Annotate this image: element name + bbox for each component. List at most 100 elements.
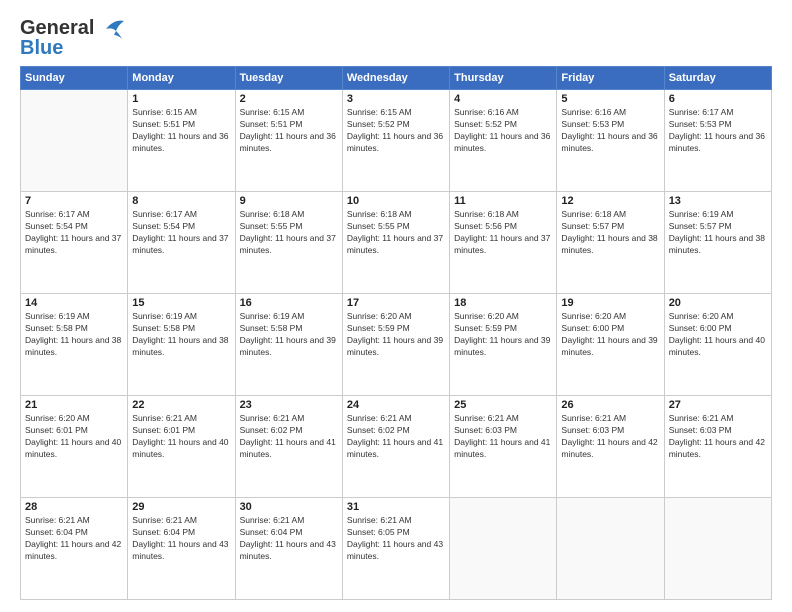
- calendar-cell: 31 Sunrise: 6:21 AMSunset: 6:05 PMDayligh…: [342, 498, 449, 600]
- day-info: Sunrise: 6:20 AMSunset: 6:00 PMDaylight:…: [561, 311, 659, 359]
- logo-blue: Blue: [20, 37, 63, 59]
- calendar-week-row: 1 Sunrise: 6:15 AMSunset: 5:51 PMDaylight…: [21, 90, 772, 192]
- calendar-cell: 8 Sunrise: 6:17 AMSunset: 5:54 PMDaylight…: [128, 192, 235, 294]
- day-number: 22: [132, 399, 230, 411]
- day-info: Sunrise: 6:21 AMSunset: 6:03 PMDaylight:…: [561, 413, 659, 461]
- day-info: Sunrise: 6:19 AMSunset: 5:57 PMDaylight:…: [669, 209, 767, 257]
- day-info: Sunrise: 6:18 AMSunset: 5:55 PMDaylight:…: [347, 209, 445, 257]
- calendar-cell: 24 Sunrise: 6:21 AMSunset: 6:02 PMDayligh…: [342, 396, 449, 498]
- weekday-header-tuesday: Tuesday: [235, 67, 342, 90]
- day-number: 9: [240, 195, 338, 207]
- day-number: 6: [669, 93, 767, 105]
- day-number: 18: [454, 297, 552, 309]
- day-number: 19: [561, 297, 659, 309]
- calendar-cell: 3 Sunrise: 6:15 AMSunset: 5:52 PMDaylight…: [342, 90, 449, 192]
- day-info: Sunrise: 6:18 AMSunset: 5:56 PMDaylight:…: [454, 209, 552, 257]
- day-number: 31: [347, 501, 445, 513]
- weekday-header-monday: Monday: [128, 67, 235, 90]
- day-number: 21: [25, 399, 123, 411]
- weekday-header-sunday: Sunday: [21, 67, 128, 90]
- calendar-cell: 10Sunrise: 6:18 AMSunset: 5:55 PMDayligh…: [342, 192, 449, 294]
- day-info: Sunrise: 6:20 AMSunset: 5:59 PMDaylight:…: [454, 311, 552, 359]
- calendar-cell: 5Sunrise: 6:16 AMSunset: 5:53 PMDaylight…: [557, 90, 664, 192]
- day-info: Sunrise: 6:21 AMSunset: 6:04 PMDaylight:…: [132, 515, 230, 563]
- day-number: 13: [669, 195, 767, 207]
- calendar-cell: 9 Sunrise: 6:18 AMSunset: 5:55 PMDaylight…: [235, 192, 342, 294]
- day-number: 8: [132, 195, 230, 207]
- weekday-header-friday: Friday: [557, 67, 664, 90]
- calendar-cell: 27 Sunrise: 6:21 AMSunset: 6:03 PMDayligh…: [664, 396, 771, 498]
- logo: General Blue: [20, 18, 126, 58]
- day-number: 7: [25, 195, 123, 207]
- calendar-cell: 16 Sunrise: 6:19 AMSunset: 5:58 PMDayligh…: [235, 294, 342, 396]
- day-number: 25: [454, 399, 552, 411]
- day-number: 1: [132, 93, 230, 105]
- calendar-cell: 18 Sunrise: 6:20 AMSunset: 5:59 PMDayligh…: [450, 294, 557, 396]
- calendar-cell: 20Sunrise: 6:20 AMSunset: 6:00 PMDayligh…: [664, 294, 771, 396]
- day-info: Sunrise: 6:19 AMSunset: 5:58 PMDaylight:…: [25, 311, 123, 359]
- calendar-cell: 15 Sunrise: 6:19 AMSunset: 5:58 PMDayligh…: [128, 294, 235, 396]
- day-info: Sunrise: 6:20 AMSunset: 5:59 PMDaylight:…: [347, 311, 445, 359]
- calendar-cell: 22 Sunrise: 6:21 AMSunset: 6:01 PMDayligh…: [128, 396, 235, 498]
- day-info: Sunrise: 6:20 AMSunset: 6:01 PMDaylight:…: [25, 413, 123, 461]
- calendar-week-row: 14 Sunrise: 6:19 AMSunset: 5:58 PMDayligh…: [21, 294, 772, 396]
- day-number: 12: [561, 195, 659, 207]
- day-info: Sunrise: 6:21 AMSunset: 6:02 PMDaylight:…: [347, 413, 445, 461]
- calendar-cell: 29Sunrise: 6:21 AMSunset: 6:04 PMDayligh…: [128, 498, 235, 600]
- calendar-cell: 30 Sunrise: 6:21 AMSunset: 6:04 PMDayligh…: [235, 498, 342, 600]
- day-info: Sunrise: 6:15 AMSunset: 5:51 PMDaylight:…: [240, 107, 338, 155]
- day-number: 4: [454, 93, 552, 105]
- day-number: 15: [132, 297, 230, 309]
- calendar-cell: 1 Sunrise: 6:15 AMSunset: 5:51 PMDaylight…: [128, 90, 235, 192]
- day-info: Sunrise: 6:18 AMSunset: 5:55 PMDaylight:…: [240, 209, 338, 257]
- day-number: 23: [240, 399, 338, 411]
- calendar-cell: [557, 498, 664, 600]
- day-number: 5: [561, 93, 659, 105]
- calendar-table: SundayMondayTuesdayWednesdayThursdayFrid…: [20, 66, 772, 600]
- calendar-cell: 21 Sunrise: 6:20 AMSunset: 6:01 PMDayligh…: [21, 396, 128, 498]
- day-info: Sunrise: 6:17 AMSunset: 5:54 PMDaylight:…: [25, 209, 123, 257]
- day-info: Sunrise: 6:15 AMSunset: 5:52 PMDaylight:…: [347, 107, 445, 155]
- day-info: Sunrise: 6:17 AMSunset: 5:54 PMDaylight:…: [132, 209, 230, 257]
- calendar-cell: [450, 498, 557, 600]
- weekday-header-thursday: Thursday: [450, 67, 557, 90]
- day-number: 16: [240, 297, 338, 309]
- day-number: 3: [347, 93, 445, 105]
- calendar-cell: 12 Sunrise: 6:18 AMSunset: 5:57 PMDayligh…: [557, 192, 664, 294]
- day-info: Sunrise: 6:20 AMSunset: 6:00 PMDaylight:…: [669, 311, 767, 359]
- day-info: Sunrise: 6:21 AMSunset: 6:01 PMDaylight:…: [132, 413, 230, 461]
- logo-general: General: [20, 17, 94, 39]
- day-info: Sunrise: 6:21 AMSunset: 6:04 PMDaylight:…: [240, 515, 338, 563]
- day-info: Sunrise: 6:19 AMSunset: 5:58 PMDaylight:…: [132, 311, 230, 359]
- day-number: 14: [25, 297, 123, 309]
- calendar-cell: 11 Sunrise: 6:18 AMSunset: 5:56 PMDayligh…: [450, 192, 557, 294]
- calendar-cell: 14 Sunrise: 6:19 AMSunset: 5:58 PMDayligh…: [21, 294, 128, 396]
- calendar-cell: 17 Sunrise: 6:20 AMSunset: 5:59 PMDayligh…: [342, 294, 449, 396]
- weekday-header-wednesday: Wednesday: [342, 67, 449, 90]
- day-number: 30: [240, 501, 338, 513]
- day-number: 24: [347, 399, 445, 411]
- day-number: 28: [25, 501, 123, 513]
- day-info: Sunrise: 6:21 AMSunset: 6:02 PMDaylight:…: [240, 413, 338, 461]
- day-info: Sunrise: 6:18 AMSunset: 5:57 PMDaylight:…: [561, 209, 659, 257]
- calendar-cell: 4 Sunrise: 6:16 AMSunset: 5:52 PMDaylight…: [450, 90, 557, 192]
- calendar-cell: [21, 90, 128, 192]
- day-info: Sunrise: 6:16 AMSunset: 5:52 PMDaylight:…: [454, 107, 552, 155]
- calendar-cell: 25Sunrise: 6:21 AMSunset: 6:03 PMDayligh…: [450, 396, 557, 498]
- weekday-header-row: SundayMondayTuesdayWednesdayThursdayFrid…: [21, 67, 772, 90]
- day-number: 26: [561, 399, 659, 411]
- calendar-week-row: 28 Sunrise: 6:21 AMSunset: 6:04 PMDayligh…: [21, 498, 772, 600]
- day-number: 27: [669, 399, 767, 411]
- logo-text: General Blue: [20, 18, 94, 58]
- day-info: Sunrise: 6:21 AMSunset: 6:05 PMDaylight:…: [347, 515, 445, 563]
- day-info: Sunrise: 6:21 AMSunset: 6:03 PMDaylight:…: [669, 413, 767, 461]
- page: General Blue SundayMondayTuesdayWednesda…: [0, 0, 792, 612]
- calendar-cell: 19 Sunrise: 6:20 AMSunset: 6:00 PMDayligh…: [557, 294, 664, 396]
- day-number: 11: [454, 195, 552, 207]
- day-info: Sunrise: 6:17 AMSunset: 5:53 PMDaylight:…: [669, 107, 767, 155]
- day-info: Sunrise: 6:15 AMSunset: 5:51 PMDaylight:…: [132, 107, 230, 155]
- day-info: Sunrise: 6:21 AMSunset: 6:04 PMDaylight:…: [25, 515, 123, 563]
- day-number: 17: [347, 297, 445, 309]
- day-info: Sunrise: 6:19 AMSunset: 5:58 PMDaylight:…: [240, 311, 338, 359]
- calendar-cell: 6 Sunrise: 6:17 AMSunset: 5:53 PMDaylight…: [664, 90, 771, 192]
